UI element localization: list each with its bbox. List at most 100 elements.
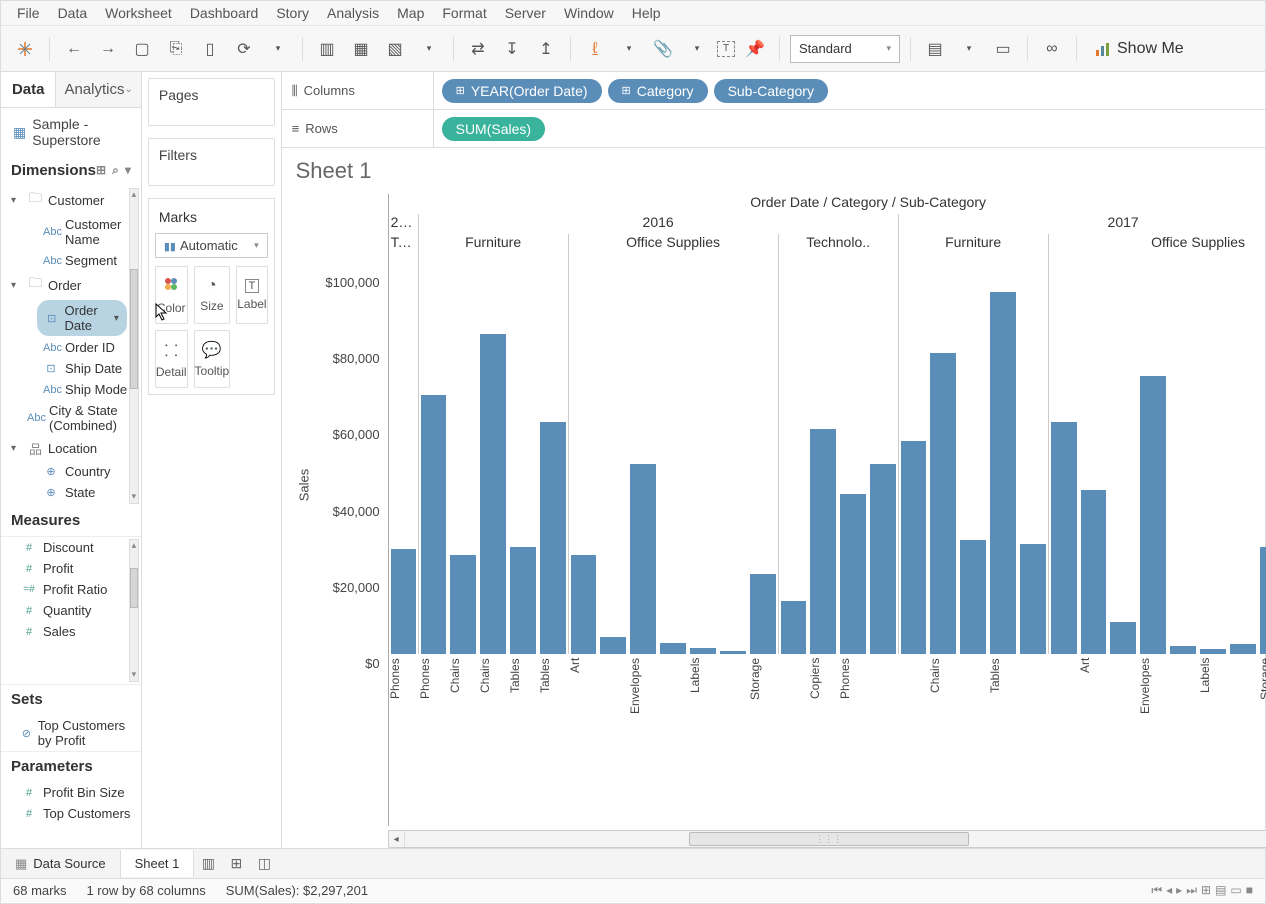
new-dashboard-tab-icon[interactable]: ⊞ <box>222 855 250 872</box>
duplicate-icon[interactable]: ▦ <box>347 35 375 63</box>
folder-location[interactable]: ▾品Location <box>1 436 141 461</box>
color-button[interactable]: Color <box>155 266 188 324</box>
bar[interactable] <box>750 574 776 654</box>
bar[interactable] <box>1140 376 1166 654</box>
bar[interactable] <box>930 353 956 654</box>
bar[interactable] <box>901 441 927 654</box>
sheet-title[interactable]: Sheet 1 <box>282 148 1266 194</box>
detail-button[interactable]: ⸬ Detail <box>155 330 188 388</box>
bar[interactable] <box>960 540 986 654</box>
fit-dropdown[interactable]: Standard▾ <box>790 35 900 63</box>
view-cards-icon[interactable]: ▤ <box>921 35 949 63</box>
scrollbar-thumb[interactable]: ⋮⋮⋮ <box>689 832 969 846</box>
menu-caret-icon[interactable]: ▾ <box>125 163 131 178</box>
set-item[interactable]: ⊘ Top Customers by Profit <box>1 715 141 751</box>
highlight-icon[interactable]: ℓ <box>581 35 609 63</box>
pill-sum-sales[interactable]: SUM(Sales) <box>442 117 545 141</box>
show-me-button[interactable]: Show Me <box>1087 40 1192 58</box>
parameter-item[interactable]: # Profit Bin Size <box>1 782 141 803</box>
pill-sub-category[interactable]: Sub-Category <box>714 79 828 103</box>
folder-customer[interactable]: ▾🗀Customer <box>1 186 141 214</box>
menu-data[interactable]: Data <box>58 5 88 21</box>
menu-window[interactable]: Window <box>564 5 614 21</box>
category-header[interactable]: Office Supplies <box>1048 234 1266 254</box>
label-button[interactable]: T Label <box>236 266 267 324</box>
category-header[interactable]: Furniture <box>898 234 1048 254</box>
pages-card[interactable]: Pages <box>148 78 275 126</box>
tooltip-button[interactable]: 💬 Tooltip <box>194 330 231 388</box>
save-icon[interactable]: ▢ <box>128 35 156 63</box>
bar[interactable] <box>600 637 626 654</box>
bar[interactable] <box>450 555 476 654</box>
rows-shelf[interactable]: ≡Rows SUM(Sales) <box>282 110 1266 148</box>
dimension-item[interactable]: ⊡Ship Date <box>1 358 141 379</box>
year-header[interactable]: 2015 <box>388 214 418 234</box>
bar[interactable] <box>540 422 566 654</box>
group-dd-icon[interactable]: ▾ <box>683 35 711 63</box>
menu-map[interactable]: Map <box>397 5 424 21</box>
year-header[interactable]: 2016 <box>418 214 898 234</box>
view-mode-icon[interactable]: ⊞ <box>96 163 106 178</box>
search-icon[interactable]: ⌕ <box>112 163 119 178</box>
refresh-dd-icon[interactable]: ▾ <box>264 35 292 63</box>
menu-story[interactable]: Story <box>276 5 309 21</box>
category-header[interactable]: Technolo.. <box>778 234 898 254</box>
group-icon[interactable]: 📎 <box>649 35 677 63</box>
menu-worksheet[interactable]: Worksheet <box>105 5 172 21</box>
bar[interactable] <box>990 292 1016 654</box>
dimension-item[interactable]: AbcCity & State (Combined) <box>1 400 141 436</box>
view-full-icon[interactable]: ■ <box>1246 883 1253 898</box>
tableau-logo-icon[interactable] <box>11 35 39 63</box>
horizontal-scrollbar[interactable]: ◂ ⋮⋮⋮ ▸ <box>388 830 1266 848</box>
bar[interactable] <box>840 494 866 654</box>
pill-year-order-date[interactable]: ⊞YEAR(Order Date) <box>442 79 602 103</box>
measure-item[interactable]: =#Profit Ratio <box>1 579 141 600</box>
measure-item[interactable]: #Sales <box>1 621 141 642</box>
dimensions-scrollbar[interactable]: ▴ ▾ <box>129 188 139 504</box>
pin-icon[interactable]: 📌 <box>741 35 769 63</box>
sort-desc-icon[interactable]: ↥ <box>532 35 560 63</box>
bar[interactable] <box>630 464 656 654</box>
tab-data-source[interactable]: ▦ Data Source <box>1 850 121 878</box>
tab-sheet-1[interactable]: Sheet 1 <box>121 850 195 877</box>
measure-item[interactable]: #Quantity <box>1 600 141 621</box>
measure-item[interactable]: #Profit <box>1 558 141 579</box>
bar[interactable] <box>810 429 836 654</box>
bar[interactable] <box>1081 490 1107 654</box>
nav-last-icon[interactable]: ⏭ <box>1186 883 1197 898</box>
datasource-item[interactable]: ▦ Sample - Superstore <box>1 108 141 156</box>
dimension-item[interactable]: AbcSegment <box>1 250 141 271</box>
refresh-icon[interactable]: ⟳ <box>230 35 258 63</box>
sort-asc-icon[interactable]: ↧ <box>498 35 526 63</box>
menu-server[interactable]: Server <box>505 5 546 21</box>
highlight-dd-icon[interactable]: ▾ <box>615 35 643 63</box>
bar[interactable] <box>1051 422 1077 654</box>
bar[interactable] <box>571 555 597 654</box>
bar[interactable] <box>1110 622 1136 654</box>
nav-prev-icon[interactable]: ◂ <box>1166 883 1172 898</box>
dimension-item[interactable]: AbcCustomer Name <box>1 214 141 250</box>
share-icon[interactable]: ∞ <box>1038 35 1066 63</box>
new-worksheet-icon[interactable]: ▥ <box>313 35 341 63</box>
pill-category[interactable]: ⊞Category <box>608 79 708 103</box>
category-header[interactable]: Technolo.. <box>388 234 418 254</box>
new-data-icon[interactable]: ⎘ <box>162 35 190 63</box>
view-slide-icon[interactable]: ▭ <box>1230 883 1241 898</box>
scroll-left-icon[interactable]: ◂ <box>389 831 405 847</box>
tab-data[interactable]: Data <box>1 72 55 107</box>
scrollbar-thumb[interactable] <box>130 269 138 389</box>
view-grid-icon[interactable]: ⊞ <box>1201 883 1211 898</box>
pause-auto-icon[interactable]: ▯ <box>196 35 224 63</box>
bar[interactable] <box>1170 646 1196 654</box>
bar[interactable] <box>870 464 896 654</box>
bar[interactable] <box>660 643 686 654</box>
bar[interactable] <box>781 601 807 654</box>
dimension-item[interactable]: ⊕Country <box>1 461 141 482</box>
back-icon[interactable]: ← <box>60 35 88 63</box>
bar[interactable] <box>1260 547 1266 654</box>
measure-item[interactable]: #Discount <box>1 537 141 558</box>
menu-analysis[interactable]: Analysis <box>327 5 379 21</box>
year-header[interactable]: 2017 <box>898 214 1266 234</box>
dimension-order-date[interactable]: ⊡Order Date <box>37 300 127 336</box>
mark-type-dropdown[interactable]: ▮▮Automatic ▾ <box>155 233 268 258</box>
